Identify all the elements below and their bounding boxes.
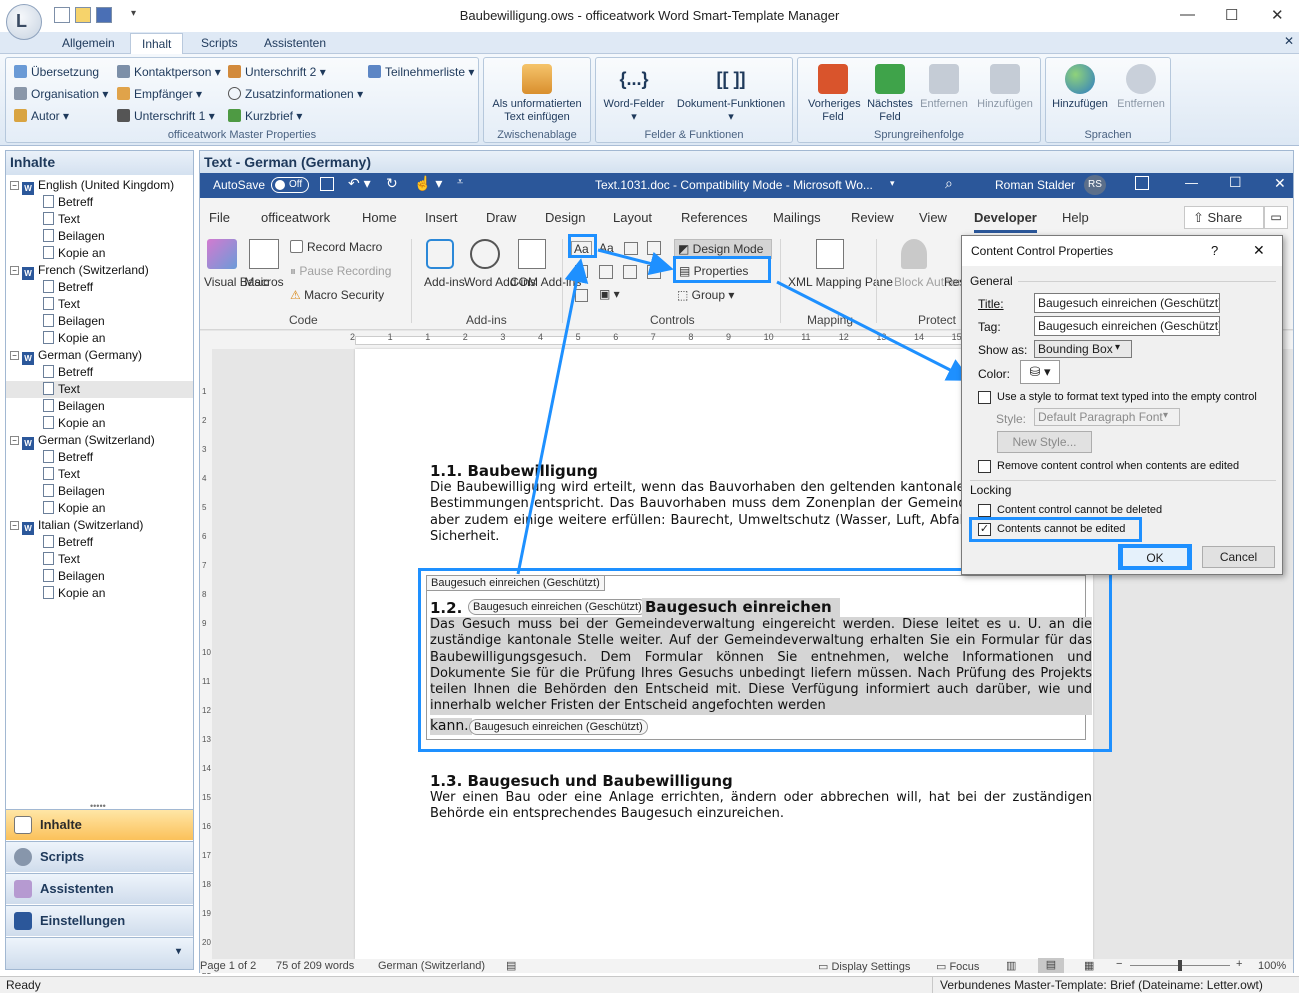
locking-section-label: Locking xyxy=(970,483,1012,497)
cancel-button[interactable]: Cancel xyxy=(1202,546,1275,568)
color-label: Color: xyxy=(978,367,1011,381)
dialog-title: Content Control Properties xyxy=(971,244,1114,258)
cannot-delete-checkbox[interactable] xyxy=(978,504,991,517)
help-button[interactable]: ? xyxy=(1211,243,1218,258)
tag-field[interactable]: Baugesuch einreichen (Geschützt) xyxy=(1034,316,1220,336)
style-label: Style: xyxy=(996,412,1027,426)
linked-master-template: Verbundenes Master-Template: Brief (Date… xyxy=(932,977,1299,993)
general-section-label: General xyxy=(970,274,1013,288)
status-text: Ready xyxy=(6,978,41,992)
show-as-select[interactable]: Bounding Box ▾ xyxy=(1034,340,1132,358)
tag-label: Tag: xyxy=(978,320,1001,334)
close-icon[interactable]: ✕ xyxy=(1253,242,1265,259)
remove-cc-label: Remove content control when contents are… xyxy=(997,460,1240,472)
app-logo: L xyxy=(16,11,27,31)
highlight-cannot-edit xyxy=(969,517,1142,542)
separator xyxy=(1018,281,1276,282)
highlight-ok xyxy=(1118,544,1192,570)
use-style-checkbox[interactable] xyxy=(978,391,991,404)
separator xyxy=(970,480,1276,481)
color-picker-button[interactable]: ⛁ ▾ xyxy=(1020,360,1060,384)
title-label: Title: xyxy=(978,297,1004,311)
chevron-down-icon: ▾ xyxy=(1163,410,1169,421)
arrow-cc-to-button xyxy=(516,258,589,575)
chevron-down-icon: ▾ xyxy=(1115,342,1121,353)
paint-bucket-icon: ⛁ ▾ xyxy=(1029,364,1051,379)
show-as-label: Show as: xyxy=(978,343,1028,357)
remove-cc-checkbox[interactable] xyxy=(978,460,991,473)
arrow-properties-to-dialog xyxy=(776,280,972,381)
status-bar: Ready Verbundenes Master-Template: Brief… xyxy=(0,976,1299,993)
style-select[interactable]: Default Paragraph Font ▾ xyxy=(1034,408,1180,426)
arrow-button-to-properties xyxy=(597,248,674,276)
title-field[interactable]: Baugesuch einreichen (Geschützt) xyxy=(1034,293,1220,313)
cannot-delete-label: Content control cannot be deleted xyxy=(997,504,1163,516)
application-button[interactable]: L xyxy=(6,4,42,40)
new-style-button[interactable]: New Style... xyxy=(997,431,1092,453)
use-style-label: Use a style to format text typed into th… xyxy=(997,391,1257,403)
